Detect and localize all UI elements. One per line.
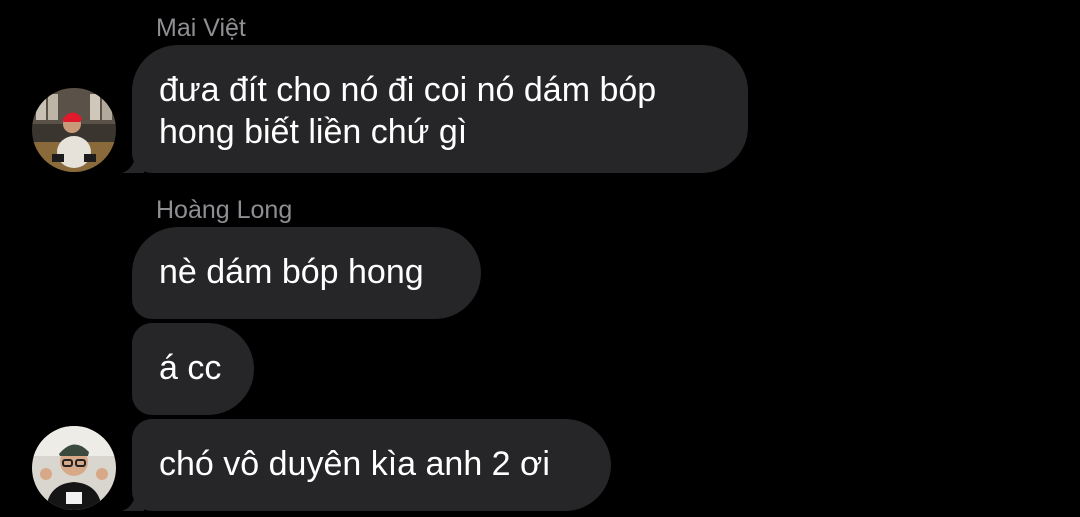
avatar[interactable] <box>32 88 116 172</box>
avatar[interactable] <box>32 426 116 510</box>
user-photo-glasses-cap-icon <box>32 426 116 510</box>
message-bubble[interactable]: á cc <box>132 323 254 415</box>
message-text-line: hong biết liền chứ gì <box>159 113 468 151</box>
bubble-tail <box>122 153 144 173</box>
user-photo-red-cap-icon <box>32 88 116 172</box>
sender-name: Hoàng Long <box>156 196 293 224</box>
message-text-line: á cc <box>159 349 222 387</box>
message-text-line: nè dám bóp hong <box>159 253 424 291</box>
message-bubble[interactable]: đưa đít cho nó đi coi nó dám bóp hong bi… <box>132 45 748 173</box>
message-text-line: chó vô duyên kìa anh 2 ơi <box>159 445 550 483</box>
bubble-tail <box>122 491 144 511</box>
message-bubble[interactable]: nè dám bóp hong <box>132 227 481 319</box>
message-bubble[interactable]: chó vô duyên kìa anh 2 ơi <box>132 419 611 511</box>
chat-thread: Mai Việt đưa đít cho nó đi coi nó dám bó… <box>0 0 1080 517</box>
message-text-line: đưa đít cho nó đi coi nó dám bóp <box>159 71 657 109</box>
sender-name: Mai Việt <box>156 14 246 42</box>
